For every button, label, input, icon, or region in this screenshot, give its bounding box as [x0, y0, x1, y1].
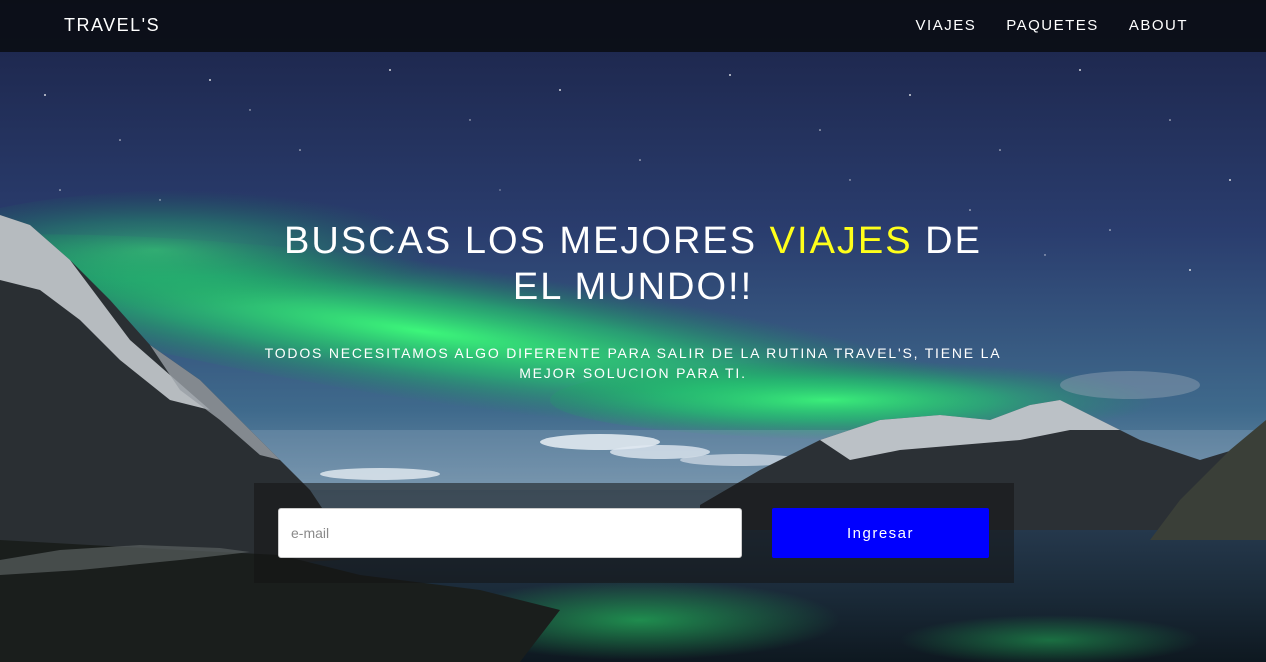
landing-page: TRAVEL'S VIAJES PAQUETES ABOUT BUSCAS LO… [0, 0, 1266, 662]
nav-link-viajes[interactable]: VIAJES [916, 17, 977, 34]
signup-form: Ingresar [254, 483, 1014, 583]
hero-title-line-1: BUSCAS LOS MEJORES VIAJES DE [0, 218, 1266, 264]
hero-title-highlight: VIAJES [769, 220, 913, 262]
hero-title: BUSCAS LOS MEJORES VIAJES DE EL MUNDO!! [0, 218, 1266, 310]
hero-title-part-2: DE [912, 220, 982, 262]
hero-subtitle-line-2: MEJOR SOLUCION PARA TI. [519, 365, 747, 381]
nav-link-paquetes[interactable]: PAQUETES [1006, 17, 1099, 34]
email-input[interactable] [278, 508, 742, 558]
hero-subtitle-line-1: TODOS NECESITAMOS ALGO DIFERENTE PARA SA… [264, 345, 1002, 361]
nav-link-about[interactable]: ABOUT [1129, 17, 1188, 34]
ingresar-button[interactable]: Ingresar [772, 508, 989, 558]
brand-logo[interactable]: TRAVEL'S [64, 15, 160, 36]
top-navbar: TRAVEL'S VIAJES PAQUETES ABOUT [0, 0, 1266, 52]
hero-title-part-1: BUSCAS LOS MEJORES [284, 220, 770, 262]
hero-title-line-2: EL MUNDO!! [512, 266, 754, 308]
nav-links: VIAJES PAQUETES ABOUT [916, 17, 1188, 34]
hero-subtitle: TODOS NECESITAMOS ALGO DIFERENTE PARA SA… [0, 343, 1266, 383]
